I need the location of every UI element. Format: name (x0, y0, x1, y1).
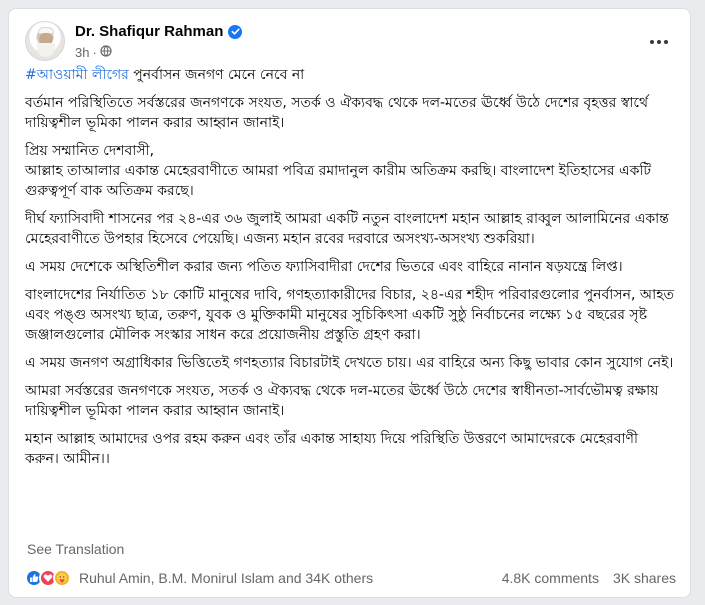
more-options-icon[interactable] (644, 27, 674, 57)
post-card: Dr. Shafiqur Rahman 3h · #আওয়ামী লীগের … (8, 8, 691, 598)
globe-icon (100, 45, 112, 60)
meta-separator: · (92, 45, 97, 60)
post-paragraph: আমরা সর্বস্তরের জনগণকে সংযত, সতর্ক ও ঐক্… (25, 383, 659, 419)
post-paragraph: প্রিয় সম্মানিত দেশবাসী, আল্লাহ তাআলার এ… (25, 143, 652, 199)
post-paragraph: বর্তমান পরিস্থিতিতে সর্বস্তরের জনগণকে সং… (25, 95, 649, 131)
post-paragraph: দীর্ঘ ফ্যাসিবাদী শাসনের পর ২৪-এর ৩৬ জুলা… (25, 211, 669, 247)
author-avatar[interactable] (25, 21, 65, 61)
post-headline: #আওয়ামী লীগের পুনর্বাসন জনগণ মেনে নেবে … (25, 65, 676, 85)
hashtag-link[interactable]: #আওয়ামী লীগের (25, 67, 129, 83)
headline-text: পুনর্বাসন জনগণ মেনে নেবে না (128, 67, 305, 83)
post-header: Dr. Shafiqur Rahman 3h · (25, 21, 680, 65)
post-footer: Ruhul Amin, B.M. Monirul Islam and 34K o… (25, 567, 676, 589)
post-paragraph: বাংলাদেশের নির্যাতিত ১৮ কোটি মানুষের দাব… (25, 287, 675, 343)
post-body: #আওয়ামী লীগের পুনর্বাসন জনগণ মেনে নেবে … (25, 65, 676, 477)
post-paragraphs: বর্তমান পরিস্থিতিতে সর্বস্তরের জনগণকে সং… (25, 93, 676, 469)
verified-badge-icon (228, 24, 243, 39)
post-meta: 3h · (75, 45, 112, 60)
care-reaction-icon (53, 569, 71, 587)
author-name[interactable]: Dr. Shafiqur Rahman (75, 23, 223, 40)
author-name-row: Dr. Shafiqur Rahman (75, 23, 243, 40)
shares-count[interactable]: 3K shares (613, 570, 676, 586)
post-paragraph: মহান আল্লাহ আমাদের ওপর রহম করুন এবং তাঁর… (25, 431, 639, 467)
see-translation-link[interactable]: See Translation (27, 541, 124, 557)
avatar-beard (37, 43, 55, 57)
post-time[interactable]: 3h (75, 45, 89, 60)
reaction-icons[interactable] (25, 569, 71, 587)
engagement-counts: 4.8K comments 3K shares (502, 570, 676, 586)
post-paragraph: এ সময় জনগণ অগ্রাধিকার ভিত্তিতেই গণহত্যা… (25, 355, 674, 371)
reactors-text[interactable]: Ruhul Amin, B.M. Monirul Islam and 34K o… (79, 570, 373, 586)
post-paragraph: এ সময় দেশেকে অস্থিতিশীল করার জন্য পতিত … (25, 259, 623, 275)
comments-count[interactable]: 4.8K comments (502, 570, 599, 586)
